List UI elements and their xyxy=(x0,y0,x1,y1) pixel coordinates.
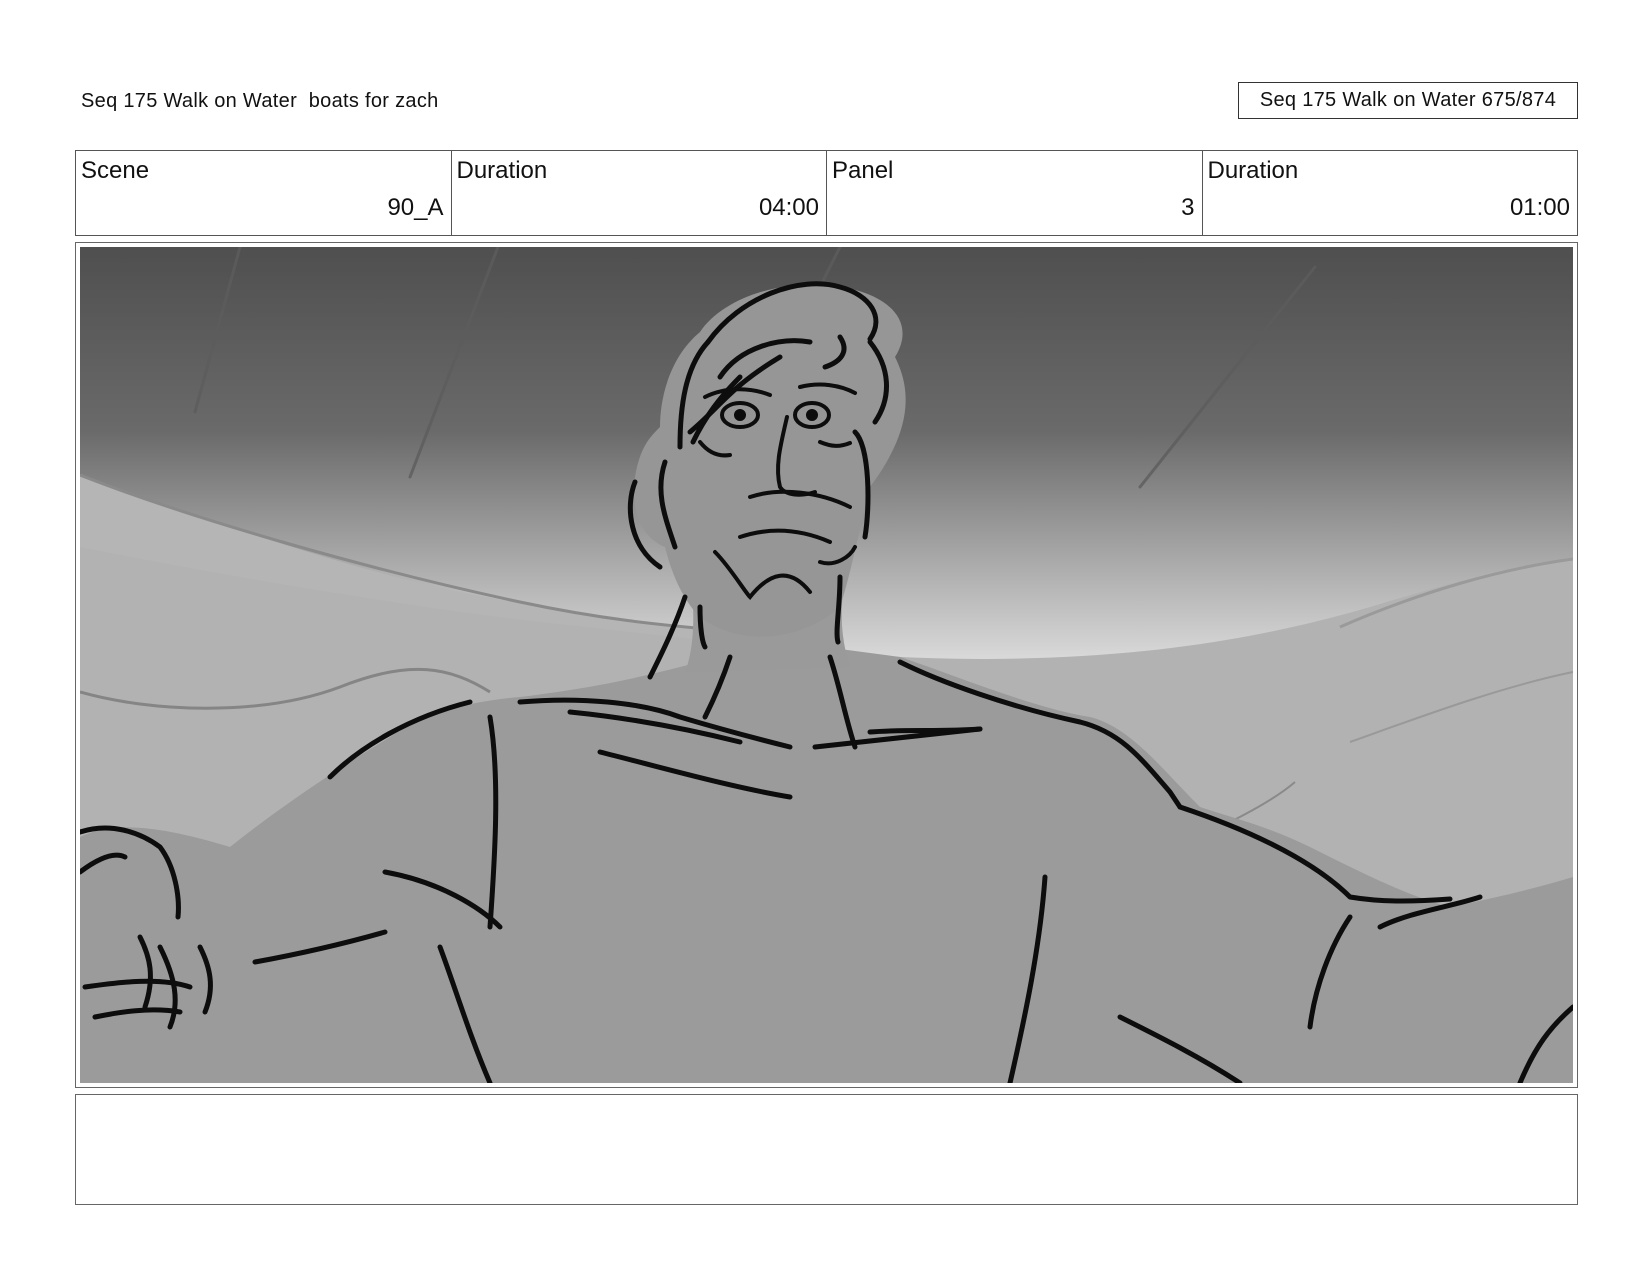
page-counter: Seq 175 Walk on Water 675/874 xyxy=(1238,82,1578,119)
scene-duration-value: 04:00 xyxy=(758,194,819,221)
storyboard-drawing xyxy=(80,247,1573,1083)
sequence-title: Seq 175 Walk on Water boats for zach xyxy=(81,90,439,112)
panel-duration-value: 01:00 xyxy=(1509,194,1570,221)
shot-info-table: Scene 90_A Duration 04:00 Panel 3 Durati… xyxy=(75,150,1578,236)
scene-duration-label: Duration xyxy=(456,157,548,184)
panel-value: 3 xyxy=(1181,194,1195,221)
scene-cell: Scene 90_A xyxy=(76,151,452,235)
storyboard-panel xyxy=(75,242,1578,1088)
panel-notes xyxy=(75,1094,1578,1205)
scene-label: Scene xyxy=(81,157,150,184)
panel-cell: Panel 3 xyxy=(827,151,1203,235)
panel-duration-label: Duration xyxy=(1207,157,1299,184)
panel-label: Panel xyxy=(832,157,894,184)
scene-value: 90_A xyxy=(387,194,444,221)
scene-duration-cell: Duration 04:00 xyxy=(452,151,827,235)
panel-duration-cell: Duration 01:00 xyxy=(1203,151,1578,235)
